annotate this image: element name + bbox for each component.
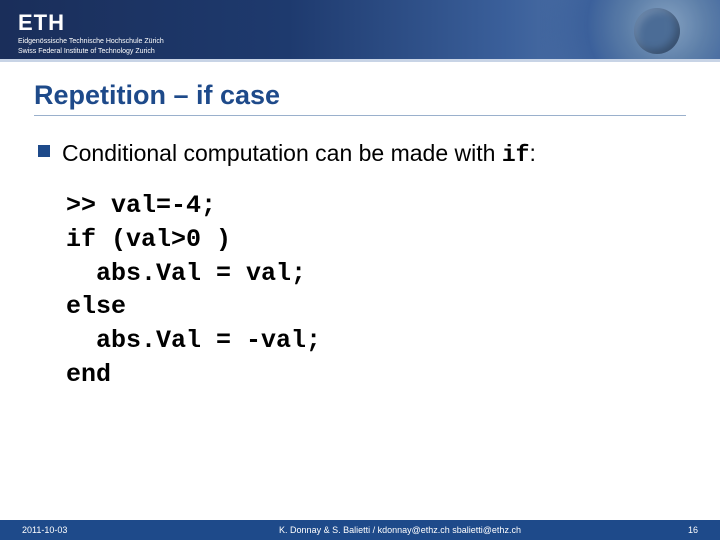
footer-date: 2011-10-03 xyxy=(0,525,140,535)
bullet-text-pre: Conditional computation can be made with xyxy=(62,140,502,166)
square-bullet-icon xyxy=(38,145,50,157)
eth-logo: ETH Eidgenössische Technische Hochschule… xyxy=(18,10,164,57)
footer-authors: K. Donnay & S. Balietti / kdonnay@ethz.c… xyxy=(140,525,660,535)
bullet-text-post: : xyxy=(529,140,535,166)
code-block: >> val=-4; if (val>0 ) abs.Val = val; el… xyxy=(66,189,686,392)
banner-strip xyxy=(0,59,720,62)
bullet-text-code: if xyxy=(502,142,530,168)
header-banner: ETH Eidgenössische Technische Hochschule… xyxy=(0,0,720,62)
slide-title: Repetition – if case xyxy=(34,80,686,116)
bullet-text: Conditional computation can be made with… xyxy=(62,138,536,171)
footer-page-number: 16 xyxy=(660,525,720,535)
bullet-item: Conditional computation can be made with… xyxy=(34,138,686,171)
footer-bar: 2011-10-03 K. Donnay & S. Balietti / kdo… xyxy=(0,520,720,540)
eth-logo-sub2: Swiss Federal Institute of Technology Zu… xyxy=(18,48,164,56)
eth-logo-text: ETH xyxy=(18,10,164,36)
banner-photo xyxy=(540,0,720,62)
eth-logo-sub1: Eidgenössische Technische Hochschule Zür… xyxy=(18,38,164,46)
slide-content: Repetition – if case Conditional computa… xyxy=(0,62,720,392)
